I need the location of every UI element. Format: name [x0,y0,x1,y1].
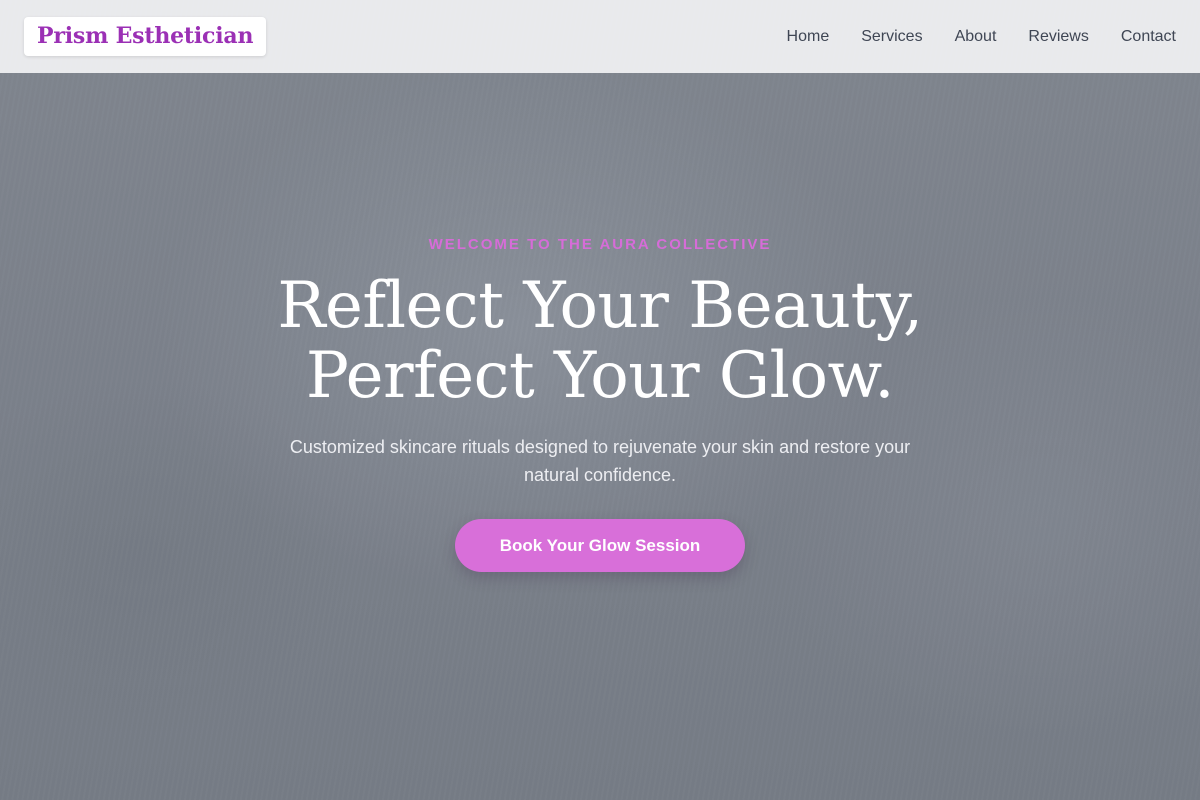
hero-headline: Reflect Your Beauty, Perfect Your Glow. [0,271,1200,411]
nav-link-reviews[interactable]: Reviews [1028,28,1088,46]
book-glow-session-button[interactable]: Book Your Glow Session [455,519,745,572]
hero-cta-wrap: Book Your Glow Session [0,519,1200,572]
hero-section: WELCOME TO THE AURA COLLECTIVE Reflect Y… [0,73,1200,572]
nav-link-services[interactable]: Services [861,28,922,46]
site-logo[interactable]: Prism Esthetician [24,17,267,56]
hero-headline-line-2: Perfect Your Glow. [305,339,895,413]
nav-link-about[interactable]: About [955,28,997,46]
logo-text: Prism Esthetician [37,23,254,49]
nav-link-home[interactable]: Home [787,28,830,46]
nav-link-contact[interactable]: Contact [1121,28,1176,46]
top-navbar: Prism Esthetician Home Services About Re… [0,0,1200,73]
hero-headline-line-1: Reflect Your Beauty, [277,269,923,343]
main-nav: Home Services About Reviews Contact [787,28,1176,46]
hero-eyebrow: WELCOME TO THE AURA COLLECTIVE [428,236,772,253]
hero-subtitle: Customized skincare rituals designed to … [289,437,911,485]
